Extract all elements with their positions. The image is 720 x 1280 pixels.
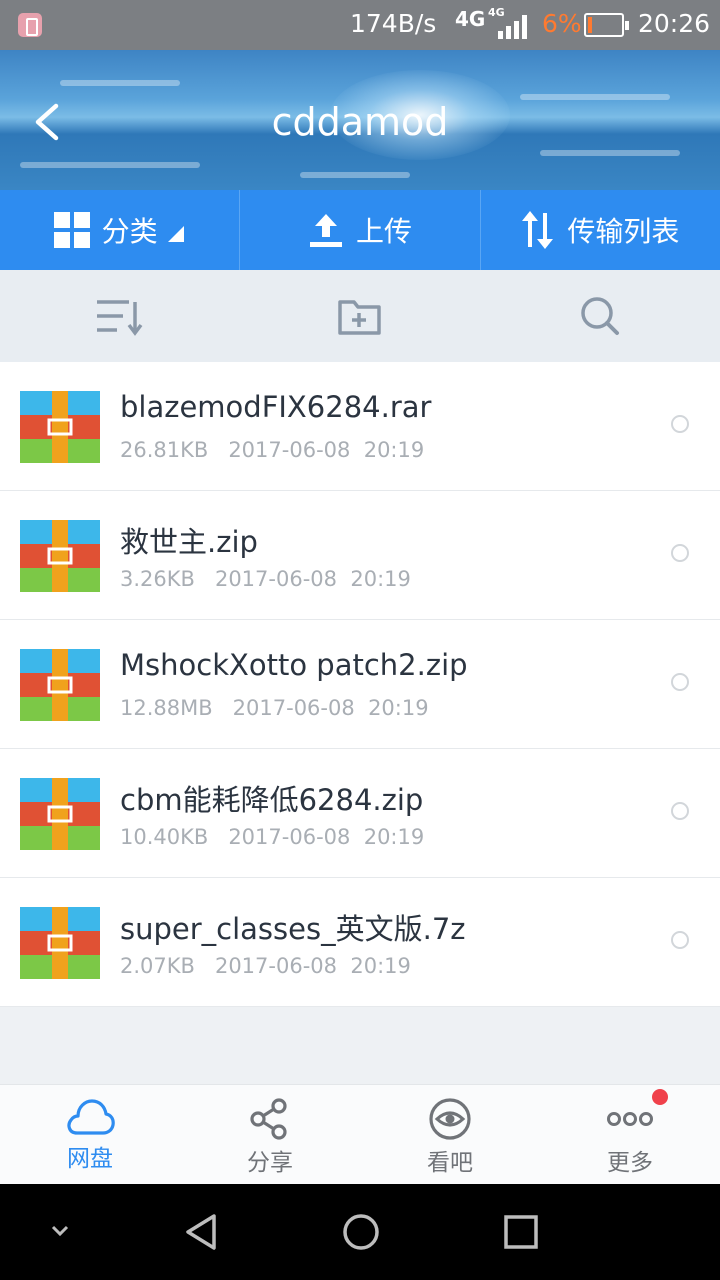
nav-share[interactable]: 分享 <box>180 1085 360 1184</box>
select-radio[interactable] <box>671 544 689 562</box>
battery-icon <box>584 13 629 37</box>
file-row[interactable]: MshockXotto patch2.zip 12.88MB 2017-06-08… <box>0 620 720 749</box>
net-speed: 174B/s <box>350 9 437 38</box>
sort-icon <box>97 300 143 336</box>
tab-transfer-label: 传输列表 <box>567 215 680 248</box>
battery-percent: 6% <box>542 9 582 38</box>
file-row[interactable]: 救世主.zip 3.26KB 2017-06-08 20:19 <box>0 491 720 620</box>
grid-icon <box>53 212 90 248</box>
hide-keyboard-icon[interactable] <box>50 1224 70 1238</box>
file-name: 救世主.zip <box>120 525 258 559</box>
notification-icon <box>18 13 42 37</box>
nav-more-label: 更多 <box>607 1150 653 1176</box>
upload-icon <box>309 214 342 247</box>
select-radio[interactable] <box>671 415 689 433</box>
archive-file-icon <box>20 391 100 463</box>
file-name: MshockXotto patch2.zip <box>120 648 468 682</box>
file-name: super_classes_英文版.7z <box>120 912 466 946</box>
nav-watch-label: 看吧 <box>427 1150 473 1176</box>
page-title: cddamod <box>271 100 449 144</box>
file-list: blazemodFIX6284.rar 26.81KB 2017-06-08 20… <box>0 362 720 1007</box>
eye-icon <box>429 1098 471 1140</box>
nav-netdisk[interactable]: 网盘 <box>0 1085 180 1184</box>
status-bar: 174B/s 4G 4G 6% 20:26 <box>0 0 720 50</box>
search-button[interactable] <box>480 294 720 338</box>
back-icon[interactable] <box>182 1212 222 1252</box>
clock: 20:26 <box>638 9 711 38</box>
notification-dot <box>652 1089 668 1105</box>
nav-watch[interactable]: 看吧 <box>360 1085 540 1184</box>
file-row[interactable]: cbm能耗降低6284.zip 10.40KB 2017-06-08 20:19 <box>0 749 720 878</box>
archive-file-icon <box>20 778 100 850</box>
tab-upload[interactable]: 上传 <box>240 190 481 270</box>
nav-more[interactable]: 更多 <box>540 1085 720 1184</box>
caret-down-icon <box>167 226 184 242</box>
more-icon <box>607 1112 653 1126</box>
share-icon <box>250 1098 287 1140</box>
bottom-nav: 网盘 分享 看吧 更多 <box>0 1084 720 1184</box>
transfer-icon <box>522 211 554 249</box>
select-radio[interactable] <box>671 673 689 691</box>
system-nav-bar <box>0 1184 720 1280</box>
signal-icon <box>498 15 527 39</box>
tab-upload-label: 上传 <box>355 215 412 248</box>
file-meta: 3.26KB 2017-06-08 20:19 <box>120 567 411 591</box>
tab-category-label: 分类 <box>101 215 158 248</box>
network-type: 4G <box>455 7 486 31</box>
action-tabs: 分类 上传 传输列表 <box>0 190 720 270</box>
file-meta: 2.07KB 2017-06-08 20:19 <box>120 954 411 978</box>
nav-share-label: 分享 <box>247 1150 293 1176</box>
file-row[interactable]: super_classes_英文版.7z 2.07KB 2017-06-08 20… <box>0 878 720 1007</box>
file-meta: 10.40KB 2017-06-08 20:19 <box>120 825 425 849</box>
sort-button[interactable] <box>0 296 240 336</box>
cloud-icon <box>67 1099 115 1135</box>
archive-file-icon <box>20 649 100 721</box>
file-name: cbm能耗降低6284.zip <box>120 783 424 817</box>
home-icon[interactable] <box>341 1212 381 1252</box>
archive-file-icon <box>20 520 100 592</box>
file-toolbar <box>0 270 720 362</box>
file-meta: 12.88MB 2017-06-08 20:19 <box>120 696 429 720</box>
new-folder-icon <box>338 300 381 335</box>
archive-file-icon <box>20 907 100 979</box>
recents-icon[interactable] <box>503 1214 539 1250</box>
tab-transfer-list[interactable]: 传输列表 <box>481 190 720 270</box>
file-meta: 26.81KB 2017-06-08 20:19 <box>120 438 425 462</box>
tab-category[interactable]: 分类 <box>0 190 241 270</box>
nav-netdisk-label: 网盘 <box>67 1146 113 1172</box>
search-icon <box>581 297 619 335</box>
file-row[interactable]: blazemodFIX6284.rar 26.81KB 2017-06-08 20… <box>0 362 720 491</box>
new-folder-button[interactable] <box>240 296 480 336</box>
select-radio[interactable] <box>671 802 689 820</box>
select-radio[interactable] <box>671 931 689 949</box>
file-name: blazemodFIX6284.rar <box>120 390 432 424</box>
